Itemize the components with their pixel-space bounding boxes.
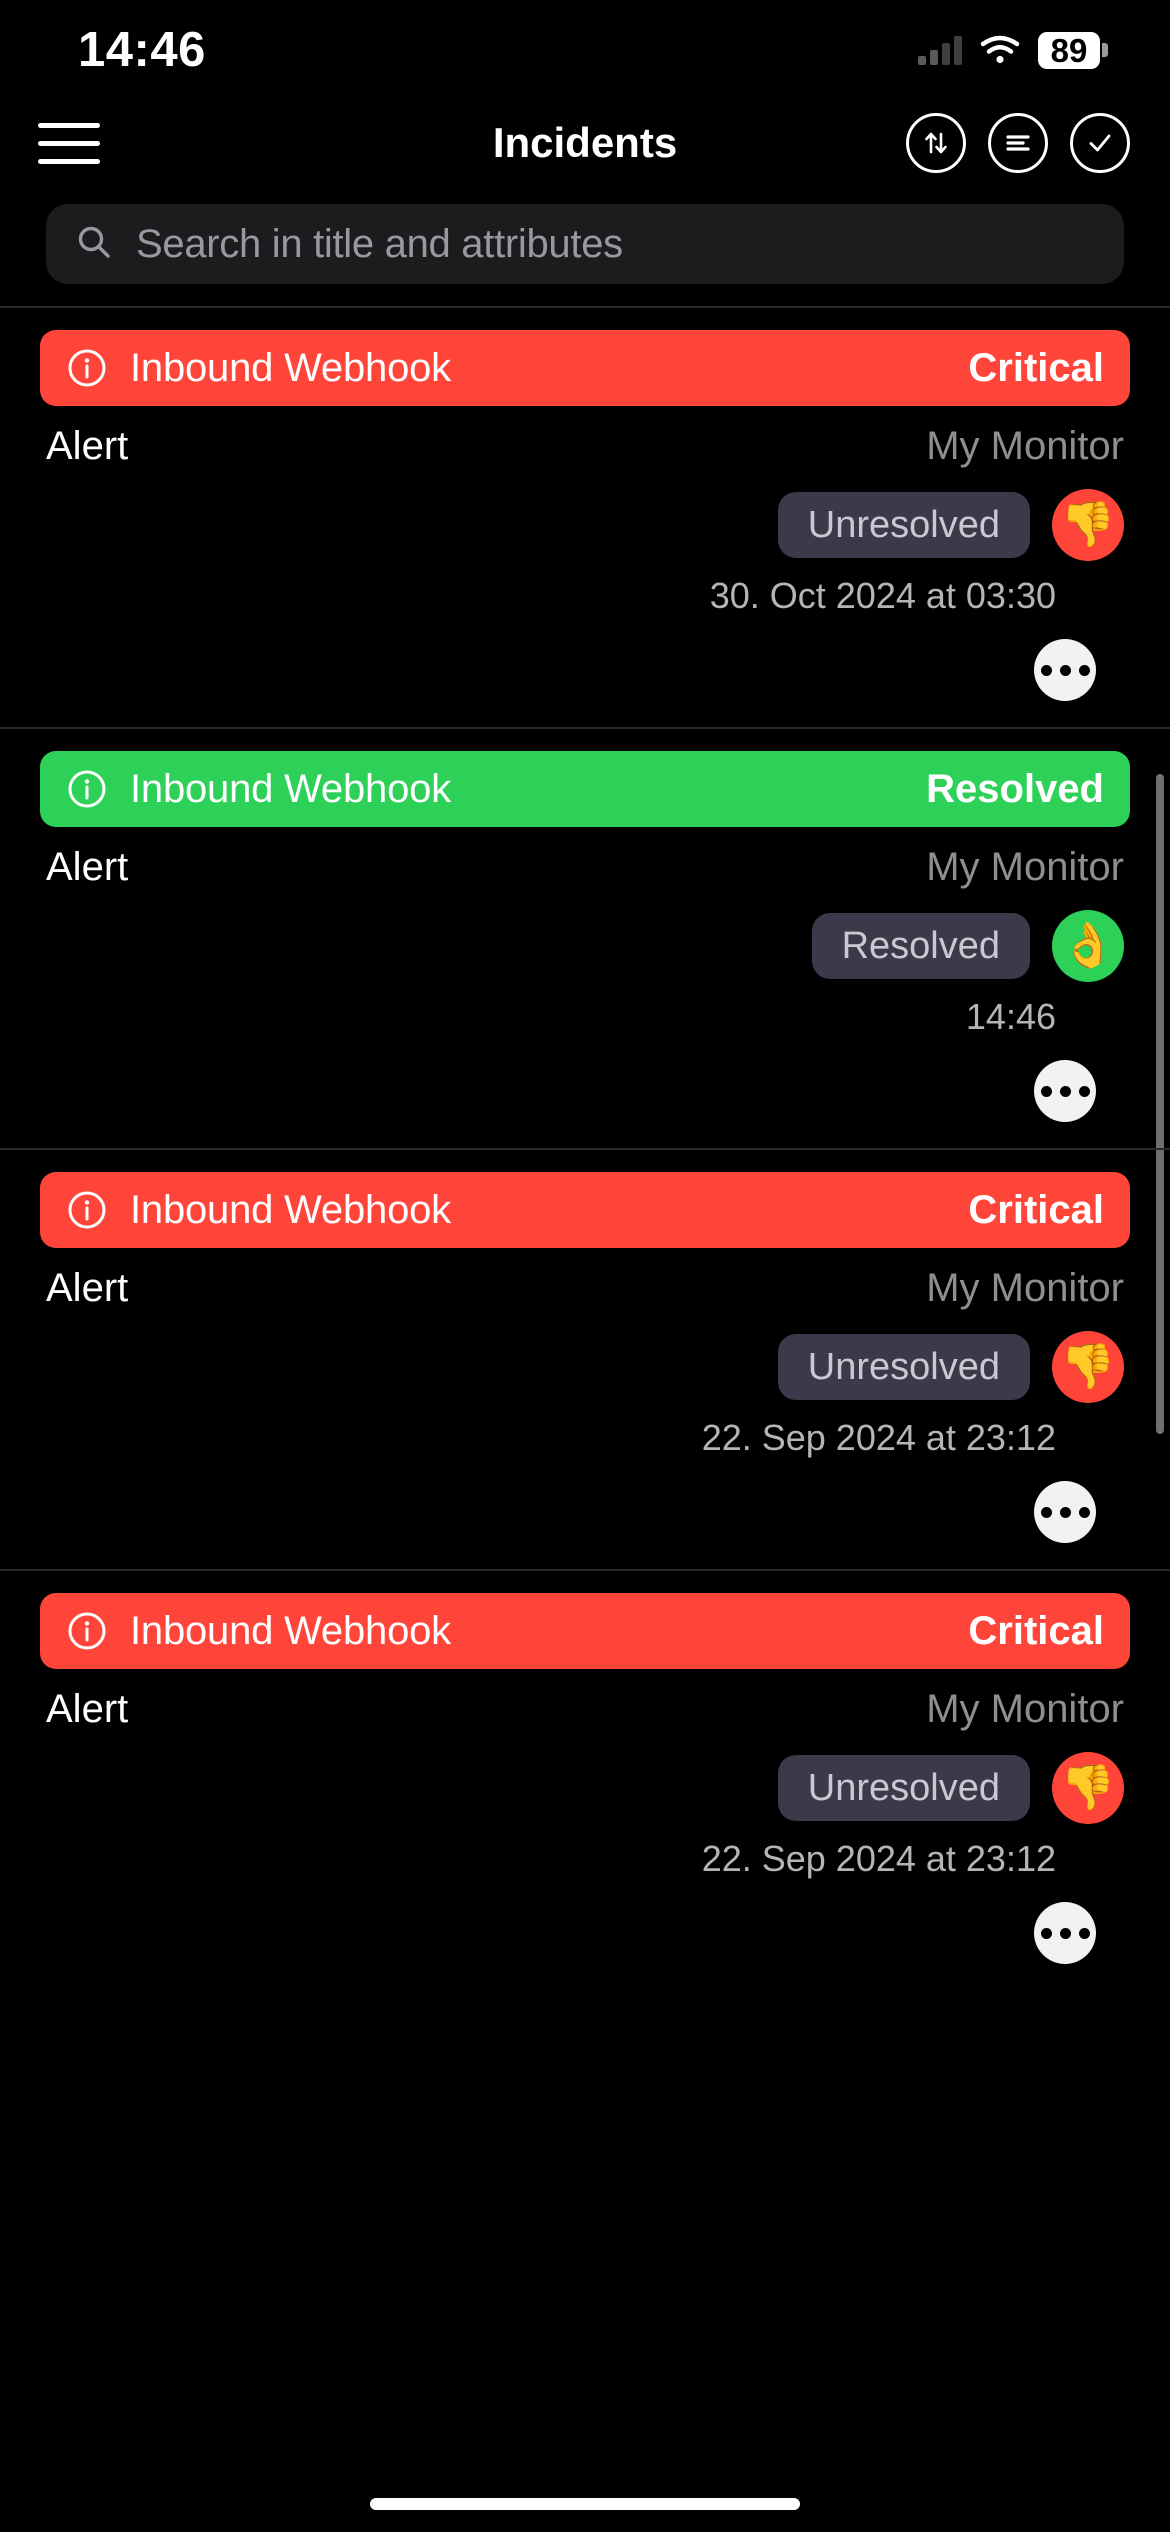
- incident-title: Inbound Webhook: [130, 1608, 451, 1653]
- incident-type-label: Alert: [46, 1266, 129, 1310]
- search-section: Search in title and attributes: [0, 186, 1170, 306]
- incident-severity-label: Critical: [968, 1187, 1104, 1232]
- status-badge[interactable]: Unresolved: [777, 1334, 1030, 1400]
- status-badge[interactable]: Unresolved: [777, 1755, 1030, 1821]
- incident-list: Inbound Webhook Critical Alert My Monito…: [0, 306, 1170, 1990]
- incident-more-row: [40, 1880, 1130, 1990]
- incident-card[interactable]: Inbound Webhook Critical Alert My Monito…: [0, 306, 1170, 727]
- incident-state-row: Unresolved 👎: [40, 1732, 1130, 1824]
- incident-severity-label: Critical: [968, 345, 1104, 390]
- cellular-signal-icon: [918, 35, 962, 65]
- filter-button[interactable]: [988, 113, 1048, 173]
- status-badge[interactable]: Resolved: [811, 913, 1030, 979]
- incident-state-row: Resolved 👌: [40, 890, 1130, 982]
- incident-title: Inbound Webhook: [130, 345, 451, 390]
- incident-more-row: [40, 617, 1130, 727]
- incident-time-row: 14:46: [40, 982, 1130, 1038]
- search-input[interactable]: Search in title and attributes: [46, 204, 1124, 284]
- home-indicator: [370, 2498, 800, 2510]
- incident-time-row: 30. Oct 2024 at 03:30: [40, 561, 1130, 617]
- battery-percent-label: 89: [1050, 31, 1088, 69]
- incident-monitor-label: My Monitor: [926, 1687, 1124, 1731]
- info-circle-icon: [66, 347, 108, 389]
- status-bar-indicators: 89: [918, 31, 1108, 69]
- thumbs-down-icon: 👎: [1052, 1331, 1124, 1403]
- incident-monitor-label: My Monitor: [926, 845, 1124, 889]
- more-options-icon[interactable]: [1034, 1481, 1096, 1543]
- incident-state-row: Unresolved 👎: [40, 1311, 1130, 1403]
- info-circle-icon: [66, 1610, 108, 1652]
- incident-meta: Alert My Monitor: [40, 1669, 1130, 1732]
- incident-meta: Alert My Monitor: [40, 827, 1130, 890]
- incident-banner: Inbound Webhook Critical: [40, 1172, 1130, 1248]
- battery-icon: 89: [1038, 31, 1108, 69]
- sort-arrows-icon: [919, 126, 953, 160]
- more-options-icon[interactable]: [1034, 639, 1096, 701]
- sort-button[interactable]: [906, 113, 966, 173]
- select-all-button[interactable]: [1070, 113, 1130, 173]
- info-circle-icon: [66, 1189, 108, 1231]
- incident-more-row: [40, 1459, 1130, 1569]
- incident-time-row: 22. Sep 2024 at 23:12: [40, 1824, 1130, 1880]
- thumbs-down-icon: 👎: [1052, 1752, 1124, 1824]
- incident-severity-label: Resolved: [926, 766, 1104, 811]
- incident-time-row: 22. Sep 2024 at 23:12: [40, 1403, 1130, 1459]
- incident-severity-label: Critical: [968, 1608, 1104, 1653]
- incident-meta: Alert My Monitor: [40, 1248, 1130, 1311]
- incident-banner: Inbound Webhook Resolved: [40, 751, 1130, 827]
- status-badge[interactable]: Unresolved: [777, 492, 1030, 558]
- status-bar-clock: 14:46: [78, 23, 206, 77]
- nav-actions: [906, 113, 1130, 173]
- incident-type-label: Alert: [46, 424, 129, 468]
- navigation-bar: Incidents: [0, 100, 1170, 186]
- incident-type-label: Alert: [46, 1687, 129, 1731]
- more-options-icon[interactable]: [1034, 1902, 1096, 1964]
- incident-monitor-label: My Monitor: [926, 1266, 1124, 1310]
- thumbs-down-icon: 👎: [1052, 489, 1124, 561]
- checkmark-circle-icon: [1083, 126, 1117, 160]
- wifi-icon: [980, 35, 1020, 65]
- incident-card[interactable]: Inbound Webhook Critical Alert My Monito…: [0, 1148, 1170, 1569]
- incident-meta: Alert My Monitor: [40, 406, 1130, 469]
- hamburger-menu-icon[interactable]: [38, 115, 108, 171]
- incident-title: Inbound Webhook: [130, 1187, 451, 1232]
- incident-type-label: Alert: [46, 845, 129, 889]
- info-circle-icon: [66, 768, 108, 810]
- filter-lines-icon: [1001, 126, 1035, 160]
- incident-banner: Inbound Webhook Critical: [40, 330, 1130, 406]
- incident-more-row: [40, 1038, 1130, 1148]
- search-placeholder-text: Search in title and attributes: [136, 221, 623, 266]
- more-options-icon[interactable]: [1034, 1060, 1096, 1122]
- incident-title: Inbound Webhook: [130, 766, 451, 811]
- incident-timestamp: 22. Sep 2024 at 23:12: [701, 1417, 1056, 1458]
- ok-hand-icon: 👌: [1052, 910, 1124, 982]
- incident-monitor-label: My Monitor: [926, 424, 1124, 468]
- incident-timestamp: 22. Sep 2024 at 23:12: [701, 1838, 1056, 1879]
- incident-card[interactable]: Inbound Webhook Critical Alert My Monito…: [0, 1569, 1170, 1990]
- incident-timestamp: 14:46: [965, 996, 1056, 1037]
- incident-timestamp: 30. Oct 2024 at 03:30: [709, 575, 1056, 616]
- incident-card[interactable]: Inbound Webhook Resolved Alert My Monito…: [0, 727, 1170, 1148]
- incident-state-row: Unresolved 👎: [40, 469, 1130, 561]
- status-bar: 14:46 89: [0, 0, 1170, 100]
- incident-banner: Inbound Webhook Critical: [40, 1593, 1130, 1669]
- search-icon: [74, 222, 114, 267]
